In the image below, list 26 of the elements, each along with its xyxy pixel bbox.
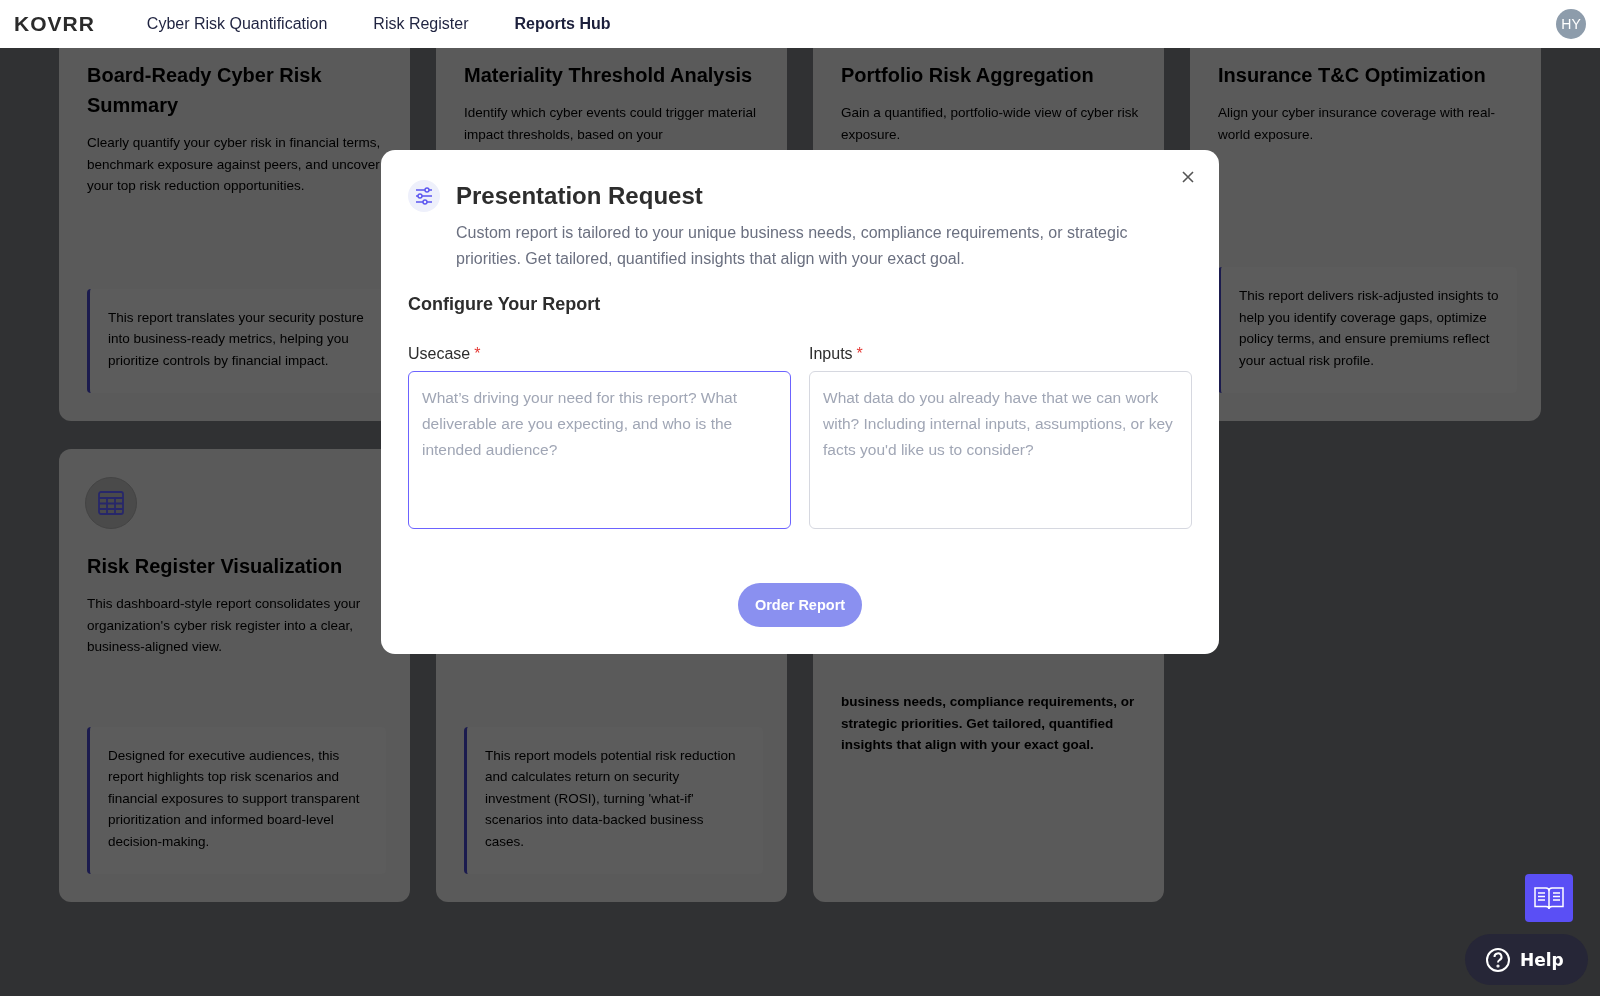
logo[interactable]: KOVRR xyxy=(14,12,95,36)
card-title: Board-Ready Cyber Risk Summary xyxy=(87,63,323,118)
help-button[interactable]: Help xyxy=(1465,934,1588,985)
card-description: Clearly quantify your cyber risk in financial terms, benchmark exposure against peers, and uncover your top risk reduction opportunities. xyxy=(87,134,382,195)
text-area[interactable]: What’s driving your need for this report? What deliverable are you expecting, and who is the intended audience? xyxy=(408,371,791,529)
sliders-icon xyxy=(408,180,440,212)
field-label: Inputs * xyxy=(809,345,864,363)
book-icon xyxy=(1533,885,1565,911)
card-description: Identify which cyber events could trigger material impact thresholds, based on your xyxy=(464,104,757,144)
field-label: Usecase * xyxy=(408,345,482,363)
nav-tab[interactable]: Reports Hub xyxy=(514,11,611,37)
card-description: Gain a quantified, portfolio-wide view of cyber risk exposure. xyxy=(841,104,1140,144)
section-heading: Configure Your Report xyxy=(408,294,602,315)
card-description: Align your cyber insurance coverage with real-world exposure. xyxy=(1218,104,1496,144)
question-icon xyxy=(1485,946,1511,973)
card-title: Risk Register Visualization xyxy=(87,554,344,579)
card-title: Materiality Threshold Analysis xyxy=(464,63,754,88)
card-highlight: business needs, compliance requirements, or strategic priorities. Get tailored, quantified insights that align with your exact goal. xyxy=(841,693,1136,754)
book-button[interactable] xyxy=(1525,874,1573,922)
card-title: Insurance T&C Optimization xyxy=(1218,63,1487,88)
card-title: Portfolio Risk Aggregation xyxy=(841,63,1095,88)
card-description: This dashboard-style report consolidates your organization's cyber risk register into a clear, business-aligned view. xyxy=(87,595,362,656)
dialog-description: Custom report is tailored to your unique business needs, compliance requirements, or strategic priorities. Get tailored, quantified insights that align with your exact goal. xyxy=(456,223,1129,269)
nav-tab[interactable]: Cyber Risk Quantification xyxy=(146,11,328,37)
nav-tab[interactable]: Risk Register xyxy=(373,11,469,37)
dialog-title: Presentation Request xyxy=(456,182,703,210)
